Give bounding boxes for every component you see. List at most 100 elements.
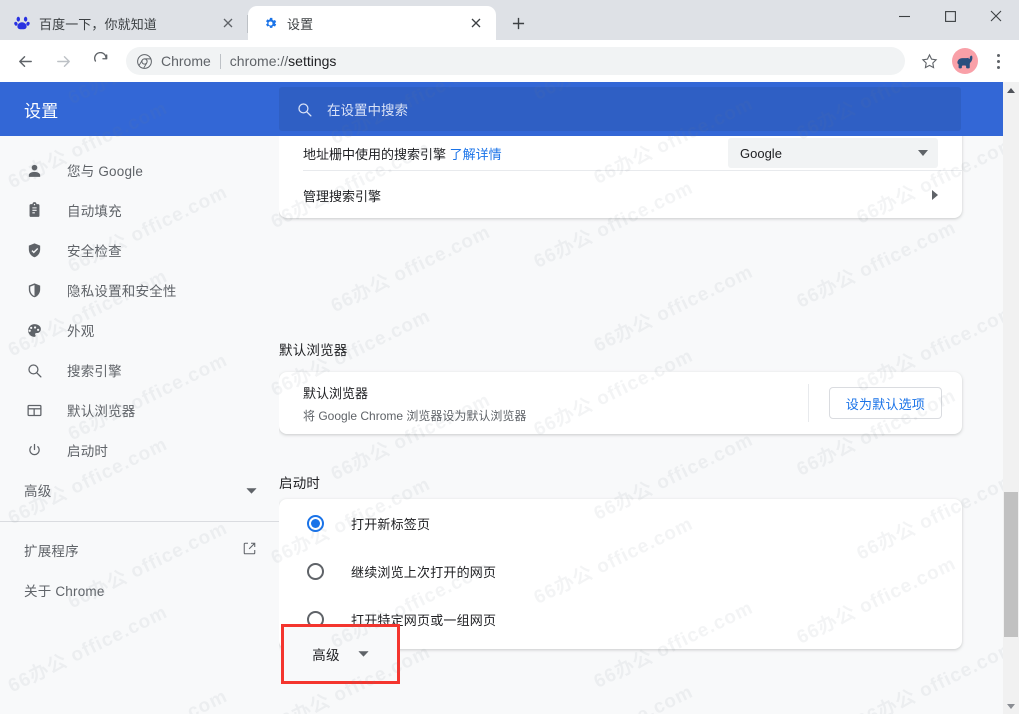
palette-icon: [24, 320, 44, 340]
default-browser-row: 默认浏览器 将 Google Chrome 浏览器设为默认浏览器 设为默认选项: [279, 372, 962, 434]
settings-title: 设置: [24, 101, 59, 121]
search-engine-select-value: Google: [740, 145, 782, 161]
close-window-button[interactable]: [973, 0, 1019, 32]
sidebar-item-advanced[interactable]: 高级: [0, 470, 279, 510]
search-engine-card: 地址栅中使用的搜索引擎 了解详情 Google 管理搜索引擎: [279, 136, 962, 218]
address-bar-search-engine-row[interactable]: 地址栅中使用的搜索引擎 了解详情 Google: [279, 136, 962, 170]
minimize-button[interactable]: [881, 0, 927, 32]
settings-page: 设置 在设置中搜索 您与 Google 自动填充 安全检查 隐私设置和安全性 外…: [0, 82, 1019, 714]
sidebar-item-search-engine[interactable]: 搜索引擎: [0, 350, 279, 390]
advanced-expander-label: 高级: [312, 648, 340, 663]
maximize-button[interactable]: [927, 0, 973, 32]
vertical-scrollbar[interactable]: [1003, 82, 1019, 714]
power-icon: [24, 440, 44, 460]
scroll-up-button[interactable]: [1003, 82, 1019, 98]
sidebar-divider: [0, 521, 279, 522]
manage-search-engines-row[interactable]: 管理搜索引擎: [279, 171, 962, 219]
sidebar-item-label: 搜索引擎: [67, 364, 122, 379]
shield-check-icon: [24, 240, 44, 260]
sidebar-item-label: 关于 Chrome: [24, 584, 105, 599]
radio-button-selected[interactable]: [307, 514, 324, 532]
sidebar-item-label: 高级: [24, 484, 52, 499]
vertical-divider: [807, 384, 809, 422]
forward-icon[interactable]: [47, 45, 79, 77]
search-icon: [295, 100, 313, 118]
browser-tab-settings[interactable]: 设置: [248, 6, 496, 40]
sidebar-item-autofill[interactable]: 自动填充: [0, 190, 279, 230]
close-icon[interactable]: [218, 13, 238, 33]
address-bar-search-engine-label: 地址栅中使用的搜索引擎: [303, 146, 447, 162]
omnibox-url-prefix: chrome://: [229, 53, 289, 69]
menu-dot: [996, 53, 1000, 57]
chevron-down-icon: [358, 645, 369, 663]
bookmark-star-icon[interactable]: [913, 45, 945, 77]
settings-search-placeholder: 在设置中搜索: [327, 103, 408, 118]
advanced-expander-highlight: 高级: [281, 624, 400, 684]
omnibox-divider: [219, 53, 221, 69]
default-browser-card: 默认浏览器 将 Google Chrome 浏览器设为默认浏览器 设为默认选项: [279, 372, 962, 434]
chevron-down-icon: [918, 150, 928, 156]
advanced-expander-button[interactable]: 高级: [312, 644, 369, 664]
search-icon: [24, 360, 44, 380]
sidebar-item-safety-check[interactable]: 安全检查: [0, 230, 279, 270]
reload-icon[interactable]: [85, 45, 117, 77]
sidebar-item-appearance[interactable]: 外观: [0, 310, 279, 350]
default-browser-title: 默认浏览器: [303, 385, 369, 401]
search-engine-select[interactable]: Google: [728, 138, 938, 168]
section-title-default-browser: 默认浏览器: [279, 343, 348, 358]
learn-more-link[interactable]: 了解详情: [450, 147, 502, 162]
sidebar-item-label: 您与 Google: [67, 164, 144, 179]
window-controls: [881, 0, 1019, 32]
sidebar-item-label: 默认浏览器: [67, 404, 136, 419]
manage-search-engines-label: 管理搜索引擎: [303, 188, 382, 204]
clipboard-icon: [24, 200, 44, 220]
sidebar-top-spacer: [0, 138, 279, 150]
sidebar-item-default-browser[interactable]: 默认浏览器: [0, 390, 279, 430]
caret-up-icon: [1007, 87, 1015, 93]
address-bar[interactable]: Chrome chrome://settings: [126, 47, 905, 75]
close-icon[interactable]: [466, 13, 486, 33]
chrome-logo-icon: [136, 53, 152, 69]
sidebar-item-you-and-google[interactable]: 您与 Google: [0, 150, 279, 190]
section-title-on-startup: 启动时: [279, 476, 321, 491]
sidebar-item-on-startup[interactable]: 启动时: [0, 430, 279, 470]
omnibox-url-path: settings: [288, 53, 337, 69]
startup-option-continue[interactable]: 继续浏览上次打开的网页: [279, 547, 962, 595]
profile-avatar[interactable]: [952, 48, 978, 74]
chevron-down-icon: [246, 483, 257, 498]
external-link-icon: [242, 541, 257, 559]
startup-option-label: 打开新标签页: [351, 516, 431, 532]
browser-menu-icon[interactable]: [983, 45, 1013, 77]
scroll-down-button[interactable]: [1003, 698, 1019, 714]
omnibox-url: chrome://settings: [230, 53, 337, 69]
scrollbar-thumb[interactable]: [1004, 492, 1018, 637]
menu-dot: [996, 65, 1000, 69]
browser-window-icon: [24, 400, 44, 420]
sidebar-item-label: 外观: [67, 324, 95, 339]
default-browser-subtitle: 将 Google Chrome 浏览器设为默认浏览器: [303, 408, 527, 423]
baidu-paw-icon: [14, 15, 30, 31]
tab-title: 百度一下，你就知道: [39, 16, 157, 32]
sidebar-item-label: 自动填充: [67, 204, 122, 219]
caret-down-icon: [1007, 703, 1015, 709]
row-label: 地址栅中使用的搜索引擎 了解详情: [303, 144, 728, 163]
settings-sidebar: 您与 Google 自动填充 安全检查 隐私设置和安全性 外观 搜索引擎 默认浏…: [0, 136, 279, 714]
tab-title: 设置: [287, 16, 314, 32]
set-as-default-button[interactable]: 设为默认选项: [828, 387, 942, 419]
radio-button[interactable]: [307, 562, 324, 580]
sidebar-item-extensions[interactable]: 扩展程序: [0, 530, 279, 570]
back-icon[interactable]: [9, 45, 41, 77]
settings-header: 设置 在设置中搜索: [0, 82, 1019, 136]
startup-option-label: 继续浏览上次打开的网页: [351, 564, 497, 580]
startup-option-new-tab[interactable]: 打开新标签页: [279, 499, 962, 547]
settings-search-input[interactable]: 在设置中搜索: [279, 87, 961, 131]
browser-tab-baidu[interactable]: 百度一下，你就知道: [0, 6, 248, 40]
sidebar-item-privacy-security[interactable]: 隐私设置和安全性: [0, 270, 279, 310]
sidebar-item-about-chrome[interactable]: 关于 Chrome: [0, 570, 279, 610]
person-icon: [24, 160, 44, 180]
omnibox-scheme-label: Chrome: [161, 53, 211, 69]
chevron-right-icon: [932, 190, 938, 200]
new-tab-button[interactable]: [501, 6, 535, 40]
gear-icon: [262, 15, 278, 31]
shield-half-icon: [24, 280, 44, 300]
